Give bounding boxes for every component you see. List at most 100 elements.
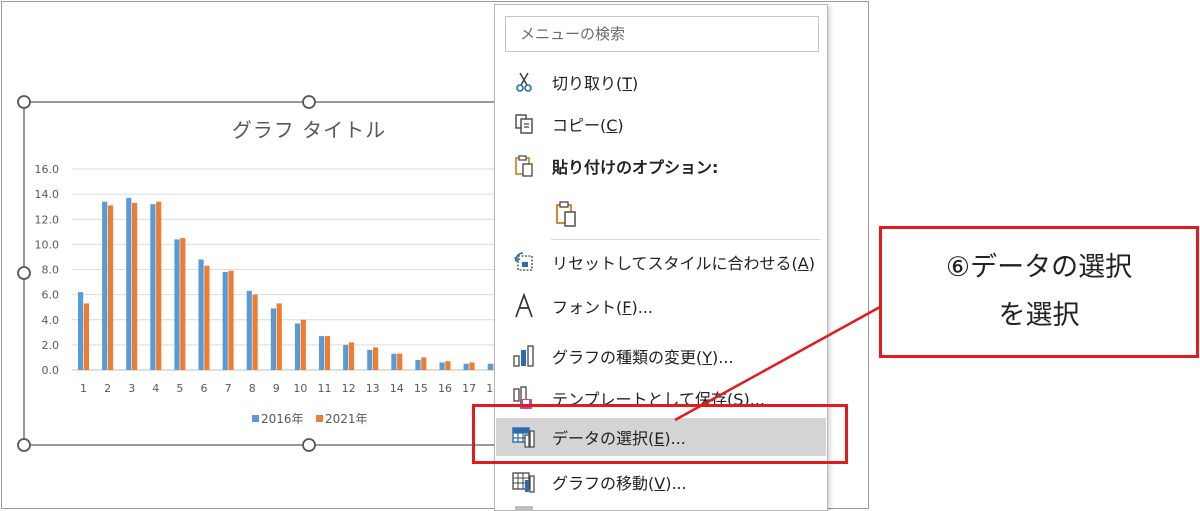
selection-handles[interactable] [17,95,316,452]
menu-item-label: 貼り付けのオプション: [552,158,719,177]
x-tick-label: 5 [176,382,183,395]
y-tick-label: 2.0 [42,339,60,352]
gridlines [72,168,557,371]
resize-handle [302,438,316,452]
x-tick-label: 12 [342,382,356,395]
x-tick-label: 17 [462,382,476,395]
resize-handle [17,266,31,280]
bar-series-2 [132,202,138,370]
chart-title[interactable]: グラフ タイトル [232,118,386,142]
x-tick-label: 10 [293,382,307,395]
y-tick-label: 4.0 [42,314,60,327]
bar-series-1 [150,204,156,370]
menu-item-paste-options: 貼り付けのオプション: [496,147,826,185]
x-tick-label: 16 [438,382,452,395]
x-tick-label: 15 [414,382,428,395]
bar-series-1 [367,349,373,370]
resize-handle [17,438,31,452]
y-tick-label: 8.0 [42,264,60,277]
partial-icon [496,503,552,511]
reset-style-icon [496,243,552,281]
bar-series-1 [222,272,228,370]
bar-series-2 [83,303,89,370]
change-chart-type-icon [496,337,552,375]
move-chart-icon [496,463,552,501]
bar-series-2 [397,353,403,370]
paste-icon [496,147,552,185]
x-tick-label: 8 [249,382,256,395]
scissors-icon [496,63,552,101]
bar-series-1 [246,290,252,370]
x-tick-label: 3 [128,382,135,395]
menu-search-input[interactable]: メニューの検索 [505,16,819,52]
bar-series-1 [174,239,180,370]
copy-icon [496,105,552,143]
menu-item-label: リセットしてスタイルに合わせる(A) [552,254,815,273]
x-tick-label: 4 [152,382,159,395]
menu-item-change-chart-type[interactable]: グラフの種類の変更(Y)... [496,337,826,375]
y-tick-label: 16.0 [35,163,60,176]
bar-series-2 [348,342,355,370]
y-tick-label: 6.0 [42,289,60,302]
legend-label: 2016年 [261,412,304,426]
menu-item-move-chart[interactable]: グラフの移動(V)... [496,463,826,501]
bar-series-1 [463,363,469,370]
x-tick-label: 9 [273,382,280,395]
legend-label: 2021年 [325,412,368,426]
annotation-callout: ⑥データの選択 を選択 [879,226,1199,358]
bar-series-2 [469,362,475,370]
bar-series-2 [180,238,186,370]
menu-item-label: フォント(F)... [552,298,653,317]
bar-series-1 [78,292,84,370]
bar-series-1 [319,336,325,370]
bar-series-1 [439,362,445,370]
menu-item-label: 切り取り(T) [552,74,639,93]
paste-keep-format-icon [538,195,594,233]
bar-series-1 [487,363,493,370]
bar-series-2 [204,265,210,370]
x-tick-label: 2 [104,382,111,395]
menu-item-font[interactable]: フォント(F)... [496,287,826,325]
menu-item-copy[interactable]: コピー(C) [496,105,826,143]
x-tick-label: 13 [366,382,380,395]
menu-item-cut[interactable]: 切り取り(T) [496,63,826,101]
highlight-frame [472,404,848,464]
menu-separator [551,239,821,240]
x-tick-label: 6 [201,382,208,395]
resize-handle [17,95,31,109]
y-axis-tick-labels: 0.0 2.0 4.0 6.0 8.0 10.0 12.0 14.0 16.0 [35,163,60,377]
menu-item-label: グラフの移動(V)... [552,474,687,493]
bars [78,197,499,370]
menu-item-reset-to-match-style[interactable]: リセットしてスタイルに合わせる(A) [496,243,826,281]
legend[interactable]: 2016年 2021年 [252,412,368,426]
bar-series-2 [373,347,379,370]
y-tick-label: 0.0 [42,364,60,377]
menu-item-label: グラフの種類の変更(Y)... [552,348,734,367]
y-tick-label: 12.0 [35,213,60,226]
bar-series-2 [156,201,162,370]
bar-series-1 [198,259,204,370]
bar-series-1 [102,201,108,370]
bar-series-2 [445,361,451,370]
x-axis-tick-labels: 123456789101112131415161718 [80,382,500,395]
menu-item-partial [496,503,826,511]
bar-series-2 [228,270,234,370]
y-tick-label: 10.0 [35,238,60,251]
bar-series-2 [276,303,282,370]
x-tick-label: 7 [225,382,232,395]
annotation-line-2: を選択 [998,300,1080,331]
font-icon [496,287,552,325]
bar-series-1 [126,197,132,370]
paste-option-button[interactable] [496,195,826,233]
annotation-line-1: ⑥データの選択 [945,252,1133,283]
legend-swatch [252,415,259,422]
bar-series-2 [421,357,427,370]
bar-series-1 [415,359,421,370]
bar-series-1 [270,308,276,370]
legend-swatch [316,415,323,422]
resize-handle [302,95,316,109]
bar-series-1 [391,353,397,370]
bar-series-2 [300,319,306,370]
x-tick-label: 14 [390,382,404,395]
x-tick-label: 1 [80,382,87,395]
